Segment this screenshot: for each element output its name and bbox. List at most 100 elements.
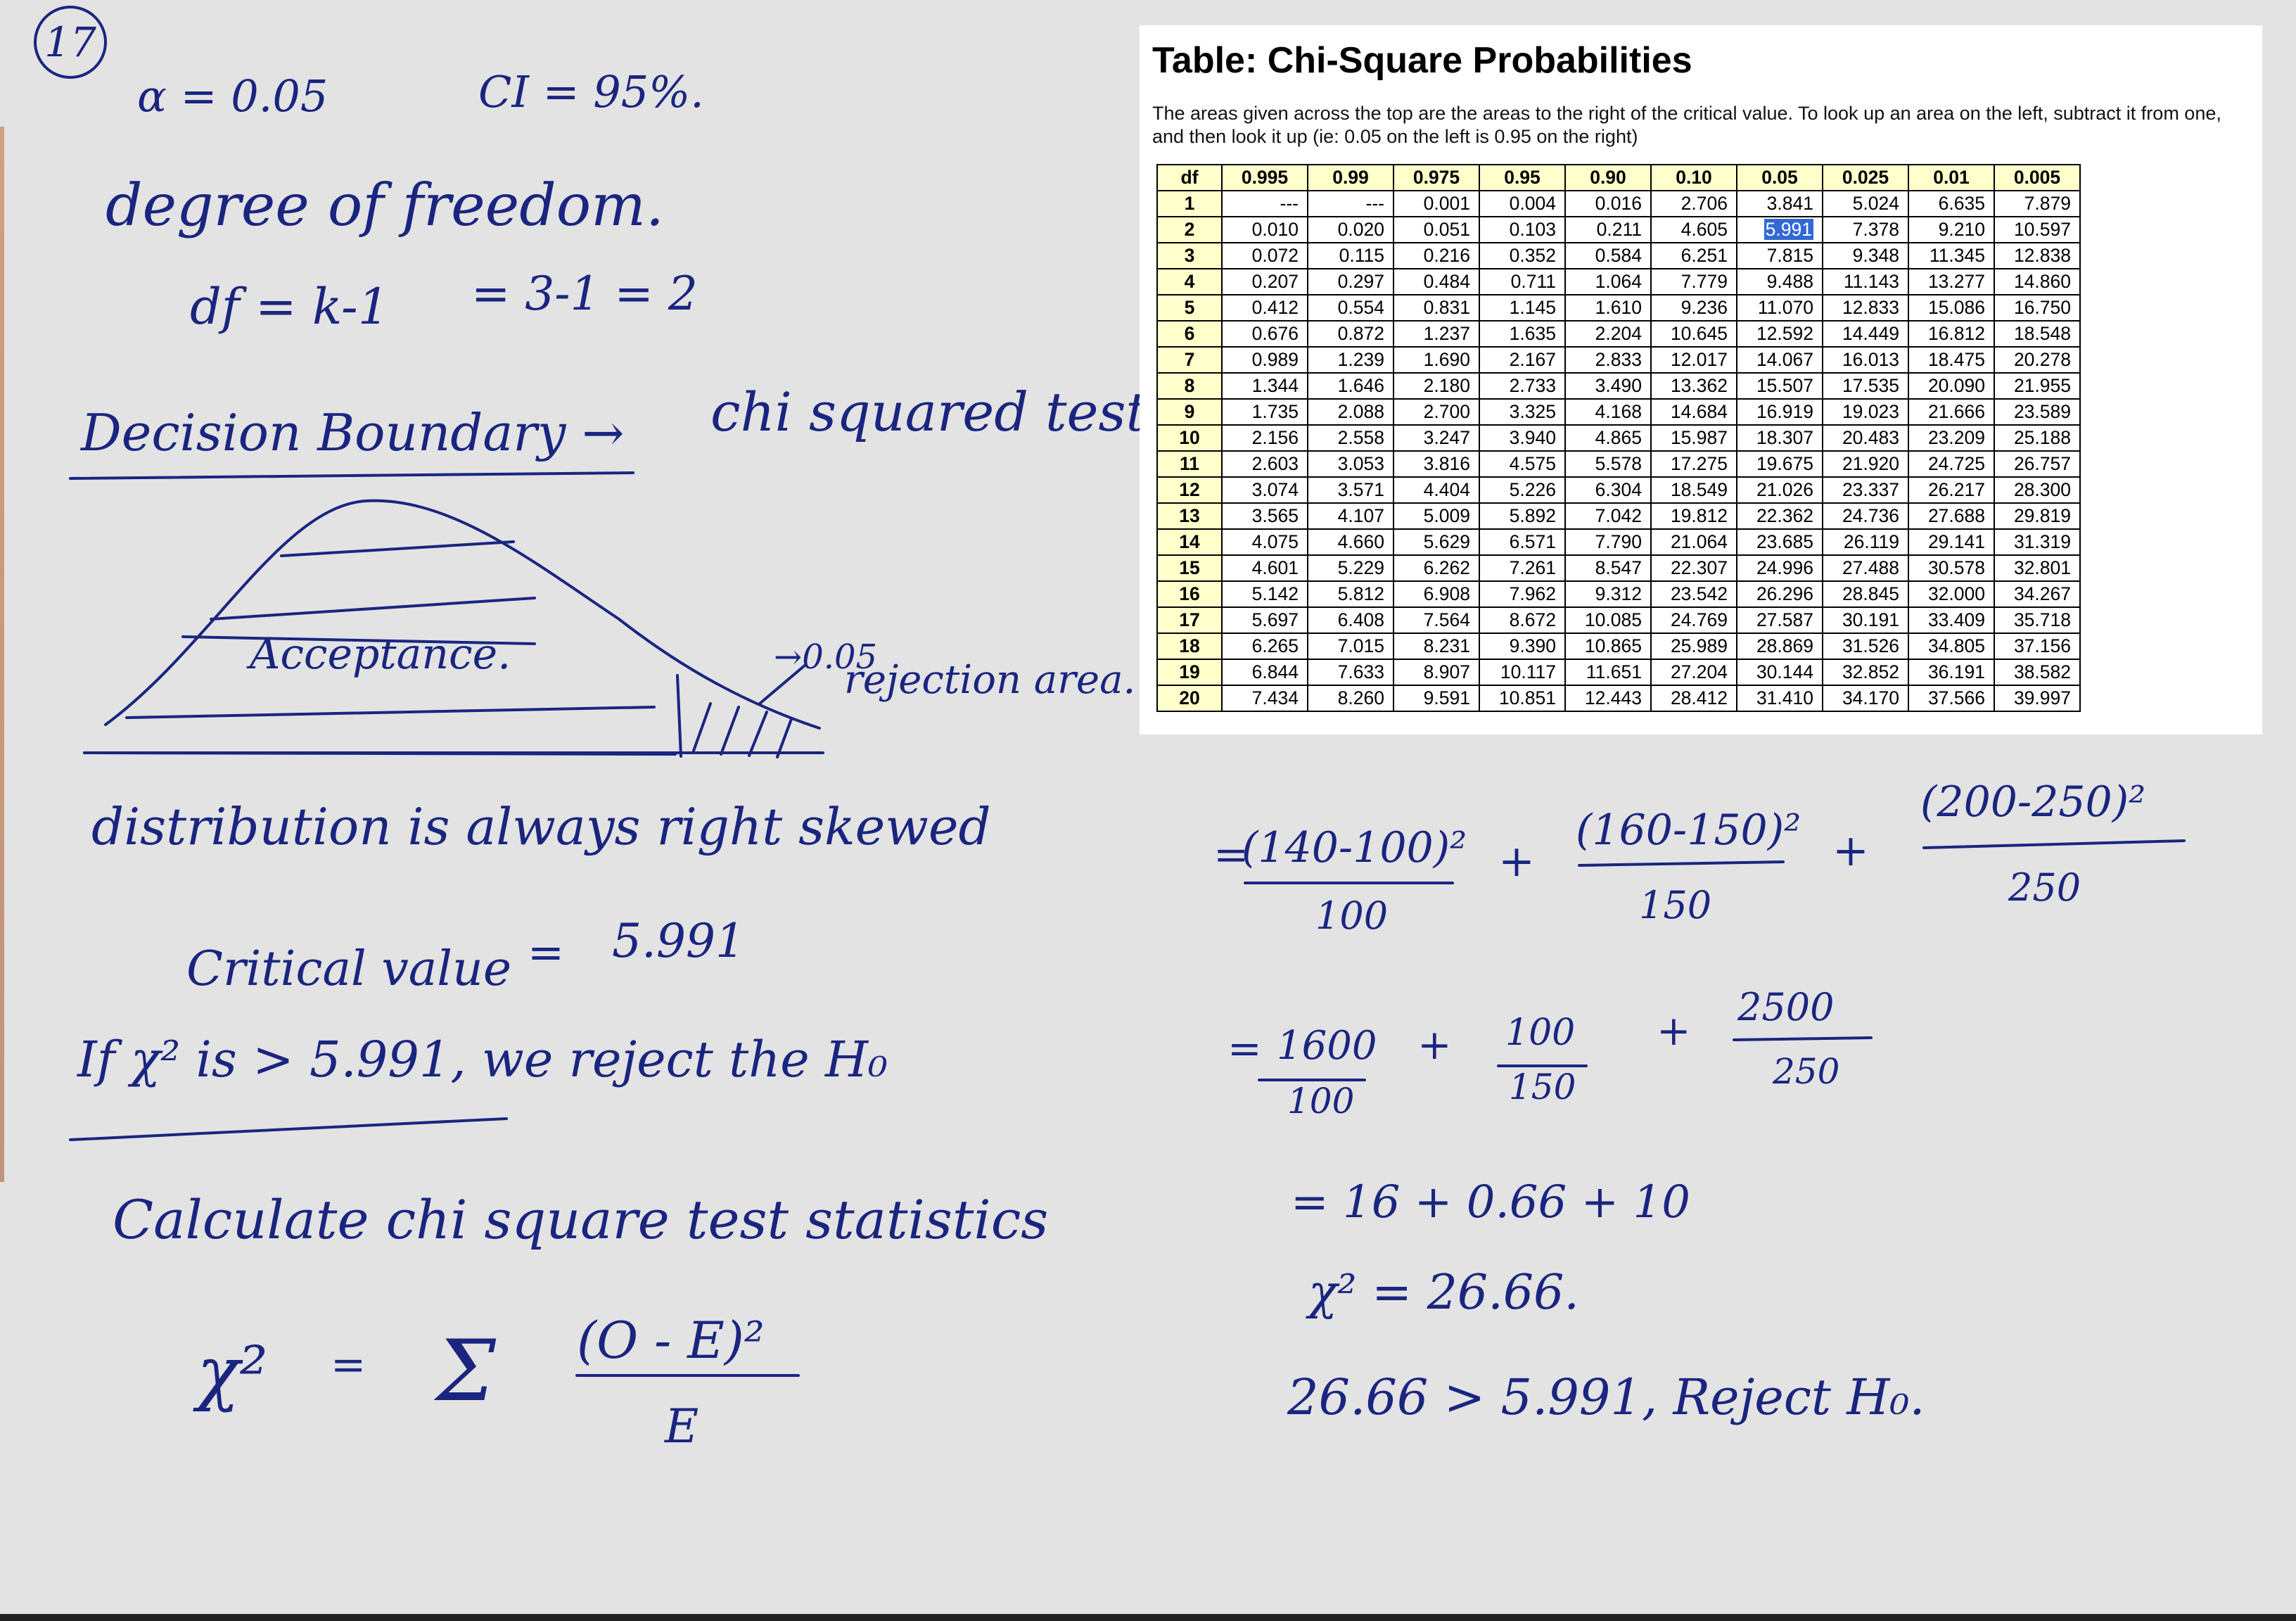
table-cell: 24.996 [1736, 554, 1823, 583]
distribution-note: distribution is always right skewed [91, 797, 991, 856]
acceptance-label: Acceptance. [246, 630, 511, 679]
plus-2: + [1832, 825, 1869, 876]
table-cell: 24.725 [1908, 450, 1995, 478]
table-cell: 30.191 [1822, 606, 1909, 635]
term5-numerator: 100 [1505, 1012, 1575, 1054]
table-cell: 8.547 [1564, 554, 1652, 583]
row-header-df: 12 [1156, 476, 1223, 504]
table-cell: 9.312 [1564, 580, 1652, 609]
row-header-df: 8 [1156, 372, 1223, 400]
table-row: 16 5.142 5.812 6.908 7.962 9.312 23.542 26.296 2… [1156, 580, 2081, 609]
table-row: 12 3.074 3.571 4.404 5.226 6.304 18.549 21.026 2… [1156, 476, 2081, 504]
table-row: 7 0.989 1.239 1.690 2.167 2.833 12.017 14.067 16… [1156, 346, 2081, 374]
table-row: 1 --- --- 0.001 0.004 0.016 2.706 3.841 5.024 6.6… [1156, 190, 2081, 218]
table-cell: 36.191 [1908, 659, 1995, 687]
problem-number: 17 [44, 18, 96, 66]
hatch-line [181, 635, 536, 645]
table-cell: 27.204 [1650, 659, 1737, 687]
table-body: 1 --- --- 0.001 0.004 0.016 2.706 3.841 5.024 6.6… [1156, 190, 2081, 713]
plus-3: + [1417, 1021, 1452, 1069]
ci-label: CI = 95%. [478, 66, 704, 117]
table-cell: 19.023 [1822, 398, 1909, 426]
dof-formula: df = k-1 [190, 278, 389, 336]
problem-number-circle [34, 6, 107, 79]
plus-1: + [1498, 835, 1535, 886]
table-cell: 16.919 [1736, 398, 1823, 426]
table-cell: 27.587 [1736, 606, 1823, 635]
hatch-line [210, 597, 536, 621]
table-cell: 9.210 [1908, 216, 1995, 244]
table-row: 14 4.075 4.660 5.629 6.571 7.790 21.064 23.685 2… [1156, 528, 2081, 557]
table-cell: 15.987 [1650, 424, 1737, 452]
table-cell: 7.378 [1822, 216, 1909, 244]
rejection-area-label: rejection area. [844, 657, 1135, 703]
table-cell: 38.582 [1994, 659, 2081, 687]
table-cell: 0.554 [1307, 294, 1394, 322]
rejection-hatch [776, 718, 793, 758]
table-cell: 2.180 [1393, 372, 1480, 400]
table-row: 19 6.844 7.633 8.907 10.117 11.651 27.204 30.14… [1156, 659, 2081, 687]
distribution-curve [104, 499, 821, 730]
table-cell: 1.690 [1393, 346, 1480, 374]
row-header-df: 6 [1156, 320, 1223, 348]
row-header-df: 20 [1156, 685, 1223, 713]
table-cell: 18.307 [1736, 424, 1823, 452]
table-cell: 4.168 [1564, 398, 1652, 426]
table-cell: 10.851 [1479, 685, 1566, 713]
term6-numerator: 2500 [1737, 985, 1834, 1029]
table-cell: 28.300 [1994, 476, 2081, 504]
table-cell: 0.207 [1221, 268, 1308, 296]
table-row: 17 5.697 6.408 7.564 8.672 10.085 24.769 27.587… [1156, 606, 2081, 635]
table-cell: 0.584 [1564, 242, 1652, 270]
table-cell: 0.352 [1479, 242, 1566, 270]
term2-bar [1578, 860, 1785, 867]
table-cell: 4.605 [1650, 216, 1737, 244]
table-cell: 1.239 [1307, 346, 1394, 374]
table-cell: 37.566 [1908, 685, 1995, 713]
table-cell: 9.488 [1736, 268, 1823, 296]
row-header-df: 18 [1156, 632, 1223, 661]
table-cell: 29.141 [1908, 528, 1995, 557]
table-cell: 21.666 [1908, 398, 1995, 426]
table-row: 3 0.072 0.115 0.216 0.352 0.584 6.251 7.815 9.34… [1156, 242, 2081, 270]
table-title: Table: Chi-Square Probabilities [1152, 40, 1692, 81]
column-header: 0.10 [1650, 164, 1737, 192]
column-header: 0.99 [1307, 164, 1394, 192]
term4-numerator: 1600 [1277, 1023, 1377, 1069]
hatch-line [280, 540, 515, 557]
table-cell: 19.675 [1736, 450, 1823, 478]
table-row: 15 4.601 5.229 6.262 7.261 8.547 22.307 24.996 2… [1156, 554, 2081, 583]
table-cell: 2.204 [1564, 320, 1652, 348]
calculate-heading: Calculate chi square test statistics [113, 1188, 1048, 1251]
rejection-hatch [748, 711, 768, 757]
table-cell: 10.865 [1564, 632, 1652, 661]
table-cell: 5.578 [1564, 450, 1652, 478]
table-cell: 5.024 [1822, 190, 1909, 218]
table-cell: 23.542 [1650, 580, 1737, 609]
result-line: χ² = 26.66. [1306, 1265, 1579, 1321]
table-cell: 0.831 [1393, 294, 1480, 322]
table-row: 20 7.434 8.260 9.591 10.851 12.443 28.412 31.41… [1156, 685, 2081, 713]
table-cell: 12.443 [1564, 685, 1652, 713]
table-cell: 3.490 [1564, 372, 1652, 400]
table-cell: 24.769 [1650, 606, 1737, 635]
table-cell: 4.865 [1564, 424, 1652, 452]
table-cell: 7.434 [1221, 685, 1308, 713]
if-underline [69, 1117, 508, 1141]
table-cell: 5.142 [1221, 580, 1308, 609]
row-header-df: 2 [1156, 216, 1223, 244]
table-cell: 5.991 [1736, 216, 1823, 244]
row-header-df: 3 [1156, 242, 1223, 270]
table-cell: 5.229 [1307, 554, 1394, 583]
table-cell: 20.278 [1994, 346, 2081, 374]
table-cell: 6.635 [1908, 190, 1995, 218]
table-cell: 7.815 [1736, 242, 1823, 270]
table-cell: 7.015 [1307, 632, 1394, 661]
table-cell: 0.297 [1307, 268, 1394, 296]
table-cell: 3.074 [1221, 476, 1308, 504]
table-row: 6 0.676 0.872 1.237 1.635 2.204 10.645 12.592 14… [1156, 320, 2081, 348]
table-cell: 34.805 [1908, 632, 1995, 661]
row-header-df: 9 [1156, 398, 1223, 426]
table-row: 13 3.565 4.107 5.009 5.892 7.042 19.812 22.362 2… [1156, 502, 2081, 530]
table-cell: 11.070 [1736, 294, 1823, 322]
